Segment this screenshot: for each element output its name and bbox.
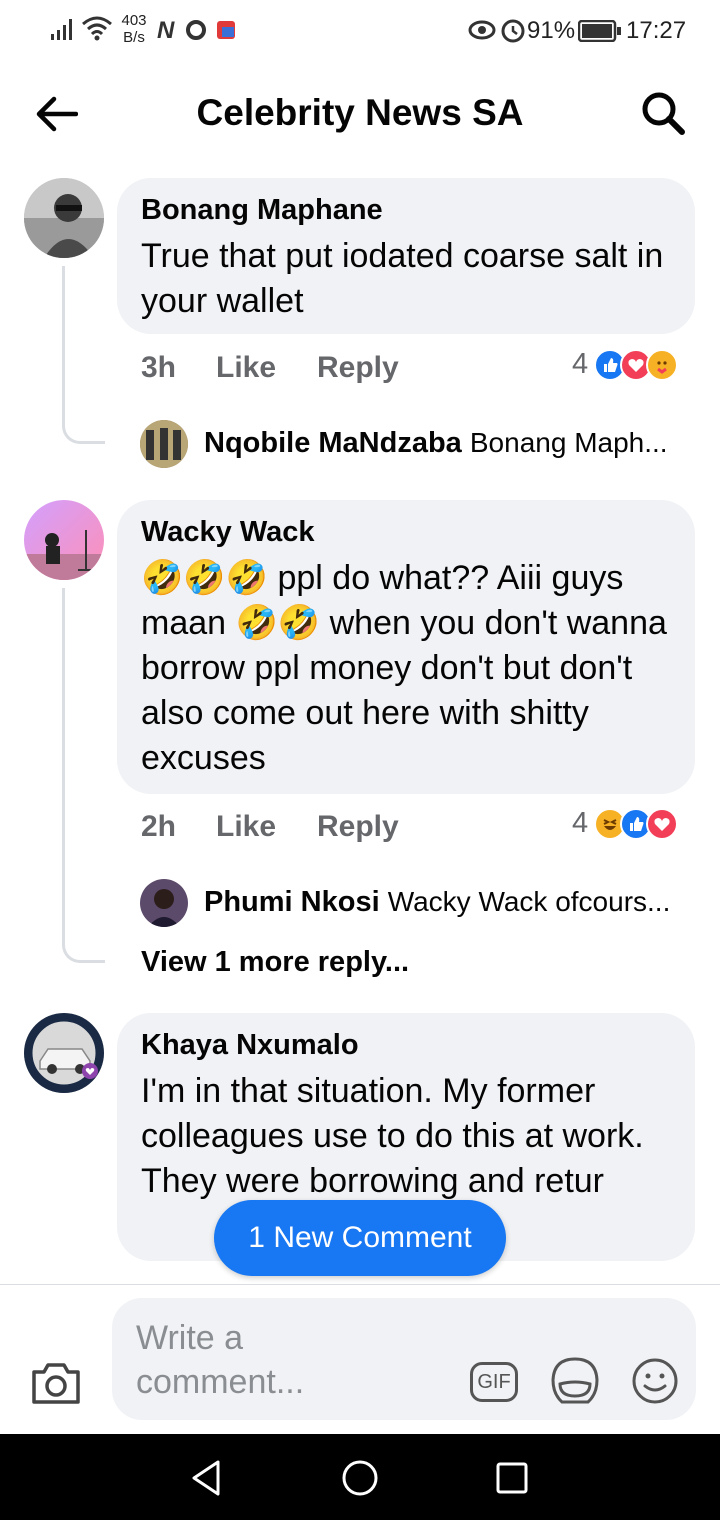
avatar[interactable]: [24, 1013, 104, 1093]
notification-app-icon: [217, 21, 235, 39]
reactions-summary[interactable]: 4: [572, 348, 679, 381]
signal-icon: [51, 19, 72, 40]
comment-time: 3h: [141, 351, 177, 384]
new-comment-button[interactable]: 1 New Comment: [214, 1200, 506, 1276]
reaction-count: 4: [572, 807, 589, 839]
reply-avatar[interactable]: [140, 879, 188, 927]
reply-avatar[interactable]: [140, 420, 188, 468]
reply-button[interactable]: Reply: [317, 810, 399, 844]
status-bar: 403 B/s N 91% 17:27: [0, 0, 720, 64]
reply-snippet: Bonang Maph...: [469, 427, 668, 458]
care-reaction-icon: [646, 348, 679, 381]
system-nav-bar: [0, 1434, 720, 1520]
profile-photo-icon: [140, 420, 188, 468]
alarm-icon: [501, 19, 525, 43]
reply-author[interactable]: Phumi Nkosi: [204, 886, 380, 918]
comment-bubble[interactable]: Bonang Maphane True that put iodated coa…: [117, 178, 695, 334]
network-speed: 403 B/s: [120, 12, 148, 46]
thread-line: [62, 588, 105, 963]
camera-icon[interactable]: [30, 1360, 82, 1406]
reply-preview[interactable]: Nqobile MaNdzaba Bonang Maph...: [204, 427, 694, 460]
profile-photo-icon: [24, 178, 104, 258]
speed-value: 403: [121, 12, 147, 29]
comment-input[interactable]: Write a comment... GIF: [112, 1298, 696, 1420]
comment-placeholder: Write a comment...: [136, 1319, 305, 1401]
comment-author[interactable]: Bonang Maphane: [141, 194, 383, 227]
comment-text: True that put iodated coarse salt in you…: [141, 237, 664, 320]
reply-button[interactable]: Reply: [317, 351, 399, 385]
emoji-icon[interactable]: [630, 1356, 680, 1406]
comment-author[interactable]: Wacky Wack: [141, 516, 315, 549]
nfc-icon: N: [157, 17, 175, 44]
thread-line: [62, 266, 105, 444]
reaction-count: 4: [572, 348, 589, 380]
like-button[interactable]: Like: [216, 810, 276, 844]
sticker-icon[interactable]: [550, 1356, 600, 1406]
eye-comfort-icon: [468, 20, 496, 40]
reply-author[interactable]: Nqobile MaNdzaba: [204, 427, 462, 459]
rofl-emoji-icon: 🤣🤣🤣: [141, 559, 269, 597]
view-more-replies-link[interactable]: View 1 more reply...: [141, 946, 409, 979]
comment-text: 🤣🤣🤣 ppl do what?? Aiii guys maan 🤣🤣 when…: [141, 556, 671, 781]
nav-home-icon[interactable]: [340, 1458, 380, 1498]
comment-bubble[interactable]: Wacky Wack 🤣🤣🤣 ppl do what?? Aiii guys m…: [117, 500, 695, 794]
profile-photo-icon: [24, 500, 104, 580]
love-reaction-icon: [646, 807, 679, 840]
reply-snippet: Wacky Wack ofcours...: [387, 886, 671, 917]
battery-percent: 91%: [527, 17, 576, 44]
page-title: Celebrity News SA: [196, 92, 524, 133]
search-icon[interactable]: [640, 90, 686, 136]
comment-time: 2h: [141, 810, 177, 843]
wifi-icon: [82, 16, 112, 41]
battery-icon: [578, 20, 621, 42]
avatar[interactable]: [24, 500, 104, 580]
reactions-summary[interactable]: 4: [572, 807, 679, 840]
profile-photo-icon: [24, 1013, 104, 1093]
nav-back-icon[interactable]: [188, 1458, 224, 1498]
nav-recents-icon[interactable]: [494, 1460, 530, 1496]
clock: 17:27: [626, 17, 687, 44]
gif-icon[interactable]: GIF: [470, 1362, 518, 1402]
comment-author[interactable]: Khaya Nxumalo: [141, 1029, 359, 1062]
like-button[interactable]: Like: [216, 351, 276, 385]
profile-photo-icon: [140, 879, 188, 927]
circle-app-icon: [186, 20, 206, 40]
reply-preview[interactable]: Phumi Nkosi Wacky Wack ofcours...: [204, 886, 694, 919]
avatar[interactable]: [24, 178, 104, 258]
speed-unit: B/s: [123, 29, 145, 46]
gif-label: GIF: [477, 1370, 511, 1393]
rofl-emoji-icon: 🤣🤣: [235, 604, 321, 642]
page-header: Celebrity News SA: [0, 64, 720, 160]
